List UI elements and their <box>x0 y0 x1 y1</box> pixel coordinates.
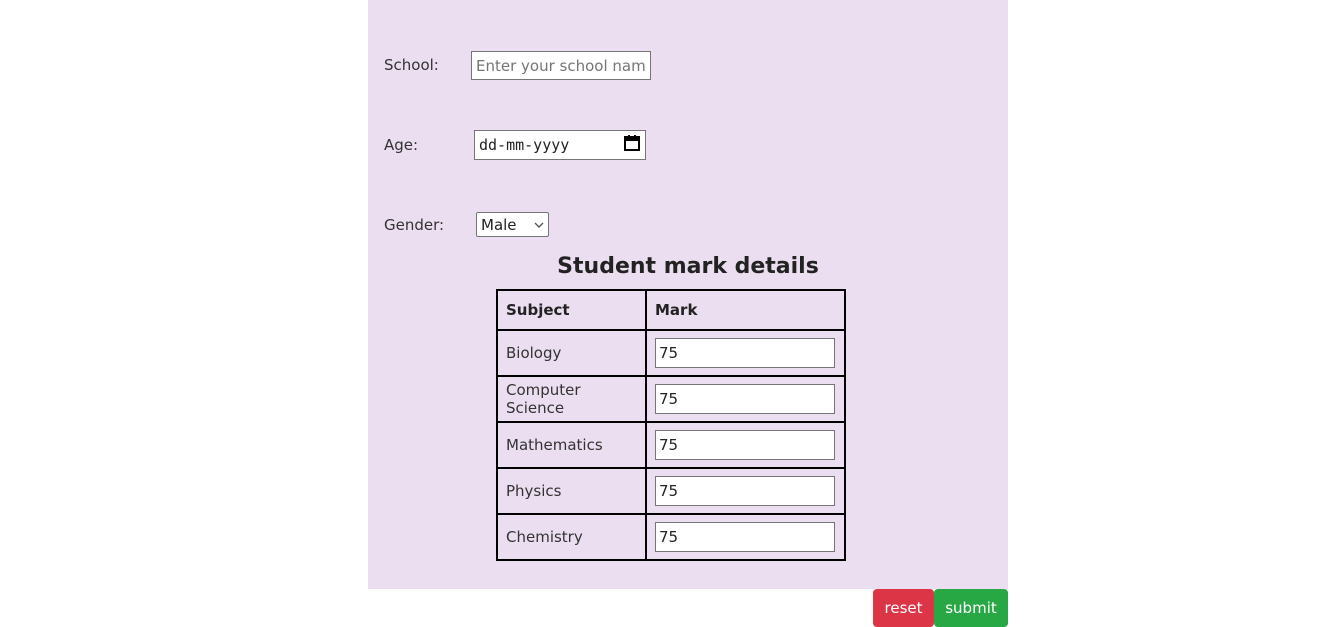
header-subject: Subject <box>496 289 647 331</box>
mark-cell <box>645 513 846 561</box>
table-row: Mathematics <box>496 421 846 469</box>
reset-button[interactable]: reset <box>873 589 934 627</box>
chevron-down-icon <box>534 216 544 234</box>
mark-cell <box>645 467 846 515</box>
table-header-row: Subject Mark <box>496 289 846 331</box>
mark-cell <box>645 421 846 469</box>
table-row: Physics <box>496 467 846 515</box>
table-row: Chemistry <box>496 513 846 561</box>
submit-button[interactable]: submit <box>934 589 1008 627</box>
table-title: Student mark details <box>557 254 819 279</box>
mark-input-chemistry[interactable] <box>655 522 835 552</box>
mark-cell <box>645 329 846 377</box>
mark-input-mathematics[interactable] <box>655 430 835 460</box>
age-date-input[interactable]: dd-mm-yyyy <box>474 130 646 160</box>
marks-table: Subject Mark Biology Computer Science Ma… <box>496 289 846 561</box>
mark-input-computer-science[interactable] <box>655 384 835 414</box>
subject-cell: Computer Science <box>496 375 647 423</box>
gender-label: Gender: <box>384 216 445 234</box>
calendar-icon[interactable] <box>623 134 641 156</box>
age-date-placeholder: dd-mm-yyyy <box>479 136 570 154</box>
gender-selected-value: Male <box>481 215 517 234</box>
header-mark: Mark <box>645 289 846 331</box>
subject-cell: Biology <box>496 329 647 377</box>
school-label: School: <box>384 56 439 74</box>
age-label: Age: <box>384 136 419 154</box>
table-row: Computer Science <box>496 375 846 423</box>
subject-cell: Mathematics <box>496 421 647 469</box>
subject-cell: Chemistry <box>496 513 647 561</box>
mark-input-physics[interactable] <box>655 476 835 506</box>
school-input[interactable] <box>471 51 651 80</box>
mark-input-biology[interactable] <box>655 338 835 368</box>
gender-select[interactable]: Male <box>476 212 549 237</box>
mark-cell <box>645 375 846 423</box>
subject-cell: Physics <box>496 467 647 515</box>
table-row: Biology <box>496 329 846 377</box>
